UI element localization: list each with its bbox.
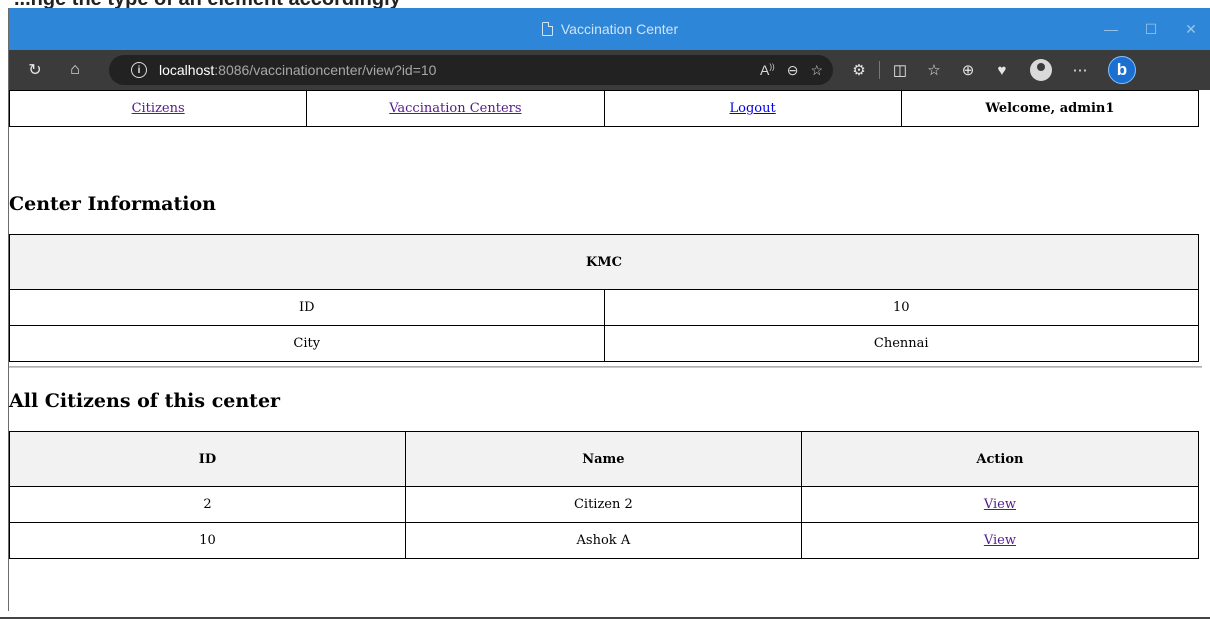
- page-content: Citizens Vaccination Centers Logout Welc…: [8, 90, 1202, 559]
- welcome-message: Welcome, admin1: [900, 90, 1200, 127]
- citizen-id: 10: [9, 522, 406, 559]
- nav-cell-logout: Logout: [603, 90, 902, 127]
- nav-cell-centers: Vaccination Centers: [306, 90, 605, 127]
- table-row: ID 10: [9, 289, 1199, 326]
- toolbar-right: ⚙ ◫ ☆ ⊕ ♥ ⋯ b: [845, 54, 1136, 86]
- more-options-icon[interactable]: ⋯: [1066, 54, 1094, 86]
- home-icon[interactable]: ⌂: [59, 54, 91, 86]
- citizen-id: 2: [9, 486, 406, 523]
- page-icon: [541, 22, 553, 36]
- collections-icon[interactable]: ⊕: [954, 54, 982, 86]
- minimize-icon[interactable]: —: [1091, 8, 1131, 50]
- vaccination-centers-link[interactable]: Vaccination Centers: [389, 101, 521, 116]
- citizens-link[interactable]: Citizens: [132, 101, 185, 116]
- row-label: City: [9, 325, 605, 362]
- column-header-name: Name: [404, 431, 802, 487]
- maximize-icon[interactable]: ☐: [1131, 8, 1171, 50]
- center-info-heading: Center Information: [9, 193, 216, 215]
- citizens-heading: All Citizens of this center: [9, 390, 281, 412]
- profile-avatar-icon[interactable]: [1030, 59, 1052, 81]
- address-actions: A)) ⊖ ☆: [760, 62, 823, 79]
- title-bar: Vaccination Center — ☐ ✕: [9, 8, 1210, 50]
- table-row: 10 Ashok A View: [9, 522, 1200, 559]
- document-heading-text: ...nge the type of an element accordingl…: [14, 0, 401, 8]
- table-row: City Chennai: [9, 325, 1199, 362]
- center-name: KMC: [9, 234, 1199, 290]
- view-citizen-link[interactable]: View: [984, 497, 1016, 512]
- zoom-out-icon[interactable]: ⊖: [787, 62, 799, 79]
- nav-table: Citizens Vaccination Centers Logout Welc…: [8, 90, 1200, 127]
- nav-cell-citizens: Citizens: [8, 90, 308, 127]
- row-label: ID: [9, 289, 605, 326]
- extensions-icon[interactable]: ⚙: [845, 54, 873, 86]
- address-bar[interactable]: i localhost:8086/vaccinationcenter/view?…: [109, 55, 833, 85]
- document-heading-fragment: ...nge the type of an element accordingl…: [0, 0, 1210, 8]
- action-cell: View: [800, 522, 1200, 559]
- row-value: Chennai: [603, 325, 1199, 362]
- citizen-name: Ashok A: [404, 522, 802, 559]
- row-value: 10: [603, 289, 1199, 326]
- browser-toolbar: ↻ ⌂ i localhost:8086/vaccinationcenter/v…: [9, 50, 1210, 90]
- logout-link[interactable]: Logout: [730, 101, 776, 116]
- browser-essentials-icon[interactable]: ♥: [988, 54, 1016, 86]
- bing-copilot-icon[interactable]: b: [1108, 56, 1136, 84]
- citizen-name: Citizen 2: [404, 486, 802, 523]
- close-icon[interactable]: ✕: [1171, 8, 1210, 50]
- column-header-action: Action: [800, 431, 1200, 487]
- read-aloud-icon[interactable]: A)): [760, 62, 775, 79]
- url-path: :8086/vaccinationcenter/view?id=10: [214, 62, 437, 78]
- site-info-icon[interactable]: i: [131, 62, 147, 78]
- column-header-id: ID: [9, 431, 406, 487]
- window-controls: — ☐ ✕: [1091, 8, 1210, 50]
- split-screen-icon[interactable]: ◫: [886, 54, 914, 86]
- window-title: Vaccination Center: [9, 8, 1210, 50]
- url-host: localhost: [159, 62, 215, 78]
- table-row: 2 Citizen 2 View: [9, 486, 1200, 523]
- table-header-row: ID Name Action: [9, 431, 1200, 487]
- center-info-table: KMC ID 10 City Chennai: [9, 234, 1199, 362]
- favorites-list-icon[interactable]: ☆: [920, 54, 948, 86]
- view-citizen-link[interactable]: View: [984, 533, 1016, 548]
- refresh-icon[interactable]: ↻: [19, 54, 51, 86]
- section-divider: [9, 366, 1202, 368]
- action-cell: View: [800, 486, 1200, 523]
- toolbar-divider: [879, 61, 880, 79]
- favorite-star-icon[interactable]: ☆: [810, 62, 823, 79]
- window-title-text: Vaccination Center: [560, 21, 679, 37]
- citizens-table: ID Name Action 2 Citizen 2 View 10 Ashok…: [9, 431, 1200, 559]
